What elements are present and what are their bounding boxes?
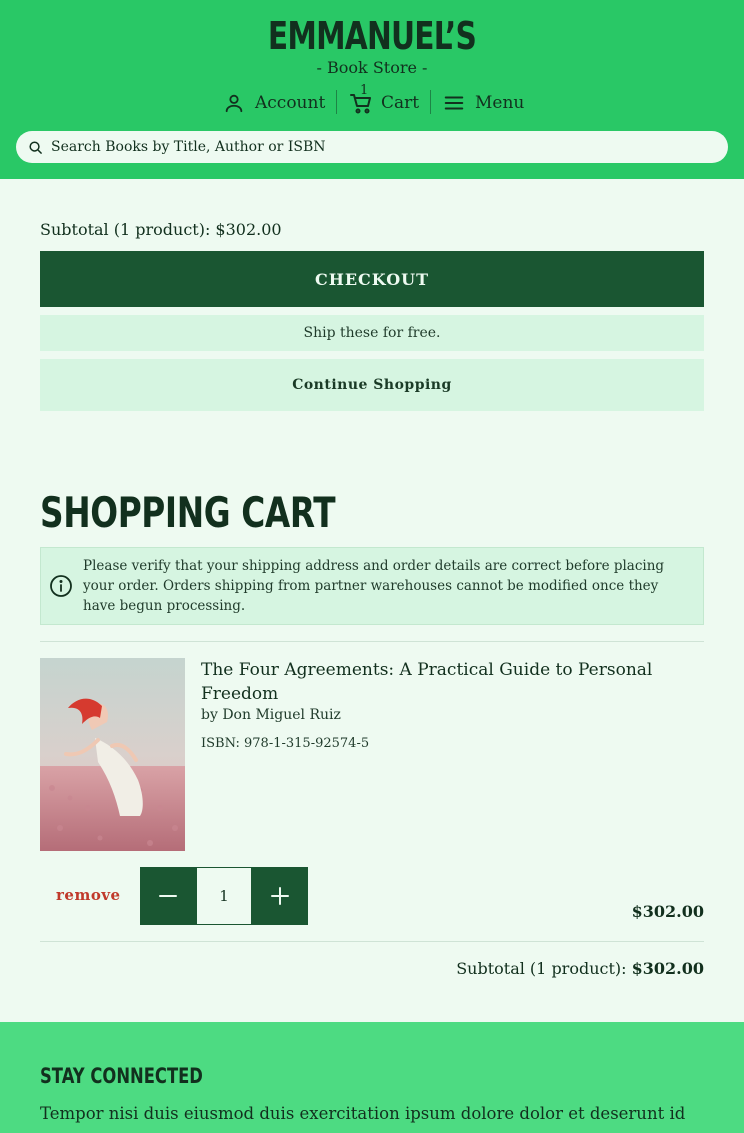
- checkout-button[interactable]: CHECKOUT: [40, 251, 704, 307]
- ship-free-banner: Ship these for free.: [40, 315, 704, 351]
- site-header: EMMANUEL’S - Book Store - Account 1 Cart: [0, 0, 744, 179]
- info-icon: [50, 575, 72, 597]
- menu-icon: [444, 96, 464, 110]
- user-icon: [225, 94, 243, 113]
- cart-label: Cart: [381, 93, 420, 113]
- quantity-input[interactable]: [196, 867, 252, 925]
- quantity-increase-button[interactable]: [252, 867, 308, 925]
- quantity-decrease-button[interactable]: [140, 867, 196, 925]
- order-notice: Please verify that your shipping address…: [40, 547, 704, 625]
- account-label: Account: [255, 93, 326, 113]
- footer-text: Tempor nisi duis eiusmod duis exercitati…: [40, 1104, 686, 1123]
- plus-icon: [271, 887, 289, 905]
- nav-divider: [430, 90, 431, 114]
- book-author[interactable]: by Don Miguel Ruiz: [201, 707, 341, 723]
- summary-subtotal: Subtotal (1 product): $302.00: [40, 220, 282, 239]
- divider: [40, 641, 704, 642]
- divider: [40, 941, 704, 942]
- book-title[interactable]: The Four Agreements: A Practical Guide t…: [201, 658, 671, 706]
- cart-subtotal-label: Subtotal (1 product):: [456, 959, 627, 978]
- book-cover-art: [40, 658, 185, 851]
- cart-subtotal: Subtotal (1 product): $302.00: [456, 959, 704, 978]
- menu-label: Menu: [475, 93, 525, 113]
- search-input[interactable]: [51, 139, 691, 155]
- menu-button[interactable]: Menu: [443, 88, 524, 118]
- account-link[interactable]: Account: [223, 88, 325, 118]
- logo-title[interactable]: EMMANUEL’S: [82, 14, 662, 58]
- footer-title: STAY CONNECTED: [40, 1064, 203, 1088]
- cart-icon-wrap: 1: [349, 83, 373, 115]
- search-icon[interactable]: [28, 140, 43, 155]
- notice-text: Please verify that your shipping address…: [83, 558, 665, 614]
- nav-divider: [336, 90, 337, 114]
- minus-icon: [159, 895, 177, 897]
- cart-subtotal-value: $302.00: [631, 959, 704, 978]
- header-nav: Account 1 Cart Menu: [0, 83, 744, 118]
- continue-shopping-button[interactable]: Continue Shopping: [40, 359, 704, 411]
- book-cover-image[interactable]: [40, 658, 185, 851]
- item-price: $302.00: [631, 902, 704, 921]
- logo-subtitle: - Book Store -: [316, 58, 428, 77]
- cart-count: 1: [360, 83, 369, 98]
- page-title: SHOPPING CART: [40, 488, 336, 537]
- site-footer: STAY CONNECTED Tempor nisi duis eiusmod …: [0, 1022, 744, 1133]
- book-isbn: ISBN: 978-1-315-92574-5: [201, 736, 370, 751]
- search-bar: [16, 131, 728, 163]
- remove-button[interactable]: remove: [56, 886, 121, 904]
- cart-link[interactable]: 1 Cart: [349, 83, 420, 118]
